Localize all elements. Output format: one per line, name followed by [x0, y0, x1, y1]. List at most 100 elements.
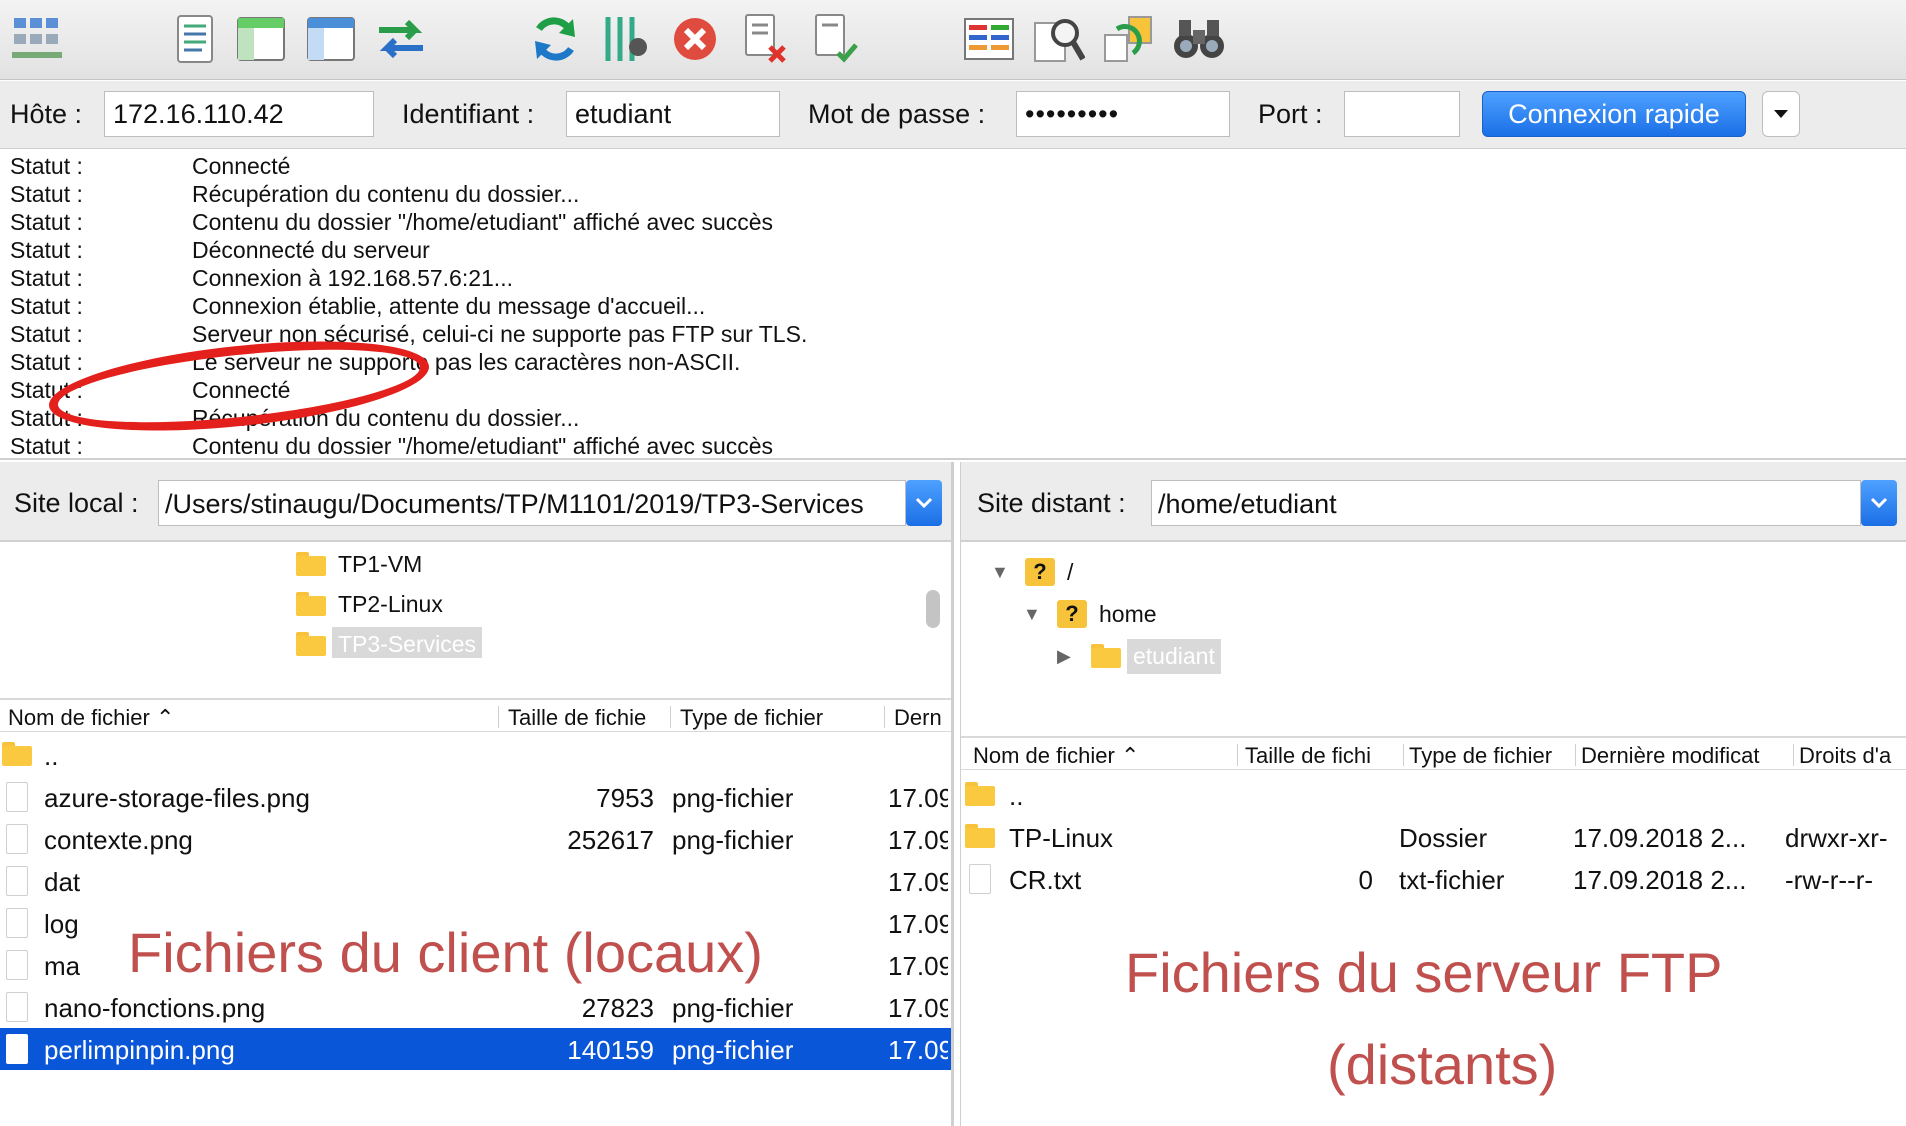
log-status-key: Statut : [10, 265, 83, 291]
log-row: Statut : Connecté [0, 152, 1906, 180]
file-name: .. [44, 741, 59, 771]
col-modified[interactable]: Dernière modificat [1581, 743, 1791, 769]
file-icon [6, 992, 28, 1022]
refresh-icon[interactable] [526, 10, 584, 68]
col-filename[interactable]: Nom de fichier ⌃ [8, 705, 494, 731]
log-status-key: Statut : [10, 153, 83, 179]
quickconnect-bar: Hôte : Identifiant : Mot de passe : Port… [0, 81, 1906, 149]
file-name: nano-fonctions.png [44, 993, 266, 1023]
tree-item-tp3-services[interactable]: TP3-Services [296, 626, 483, 658]
remote-tree-icon[interactable] [302, 10, 360, 68]
file-name: perlimpinpin.png [44, 1035, 235, 1065]
port-input[interactable] [1344, 91, 1460, 137]
site-manager-icon[interactable] [8, 10, 66, 68]
local-site-path[interactable]: /Users/stinaugu/Documents/TP/M1101/2019/… [158, 480, 906, 526]
local-tree-scrollbar[interactable] [926, 590, 940, 628]
file-row[interactable]: nano-fonctions.png 27823 png-fichier 17.… [0, 986, 951, 1028]
local-tree-icon[interactable] [232, 10, 290, 68]
file-row[interactable]: TP-Linux Dossier 17.09.2018 2... drwxr-x… [961, 816, 1906, 858]
host-label: Hôte : [10, 99, 83, 129]
col-modified[interactable]: Dern [894, 705, 950, 731]
local-site-dropdown[interactable] [906, 480, 942, 526]
remote-tree[interactable]: ▼ ? / ▼ ? home ▶ etudiant [961, 544, 1906, 694]
host-input[interactable] [104, 91, 374, 137]
tree-item-label: home [1099, 600, 1157, 627]
file-size: 0 [1358, 865, 1373, 895]
search-icon[interactable] [1170, 10, 1228, 68]
file-row[interactable]: CR.txt 0 txt-fichier 17.09.2018 2... -rw… [961, 858, 1906, 900]
user-input[interactable] [566, 91, 780, 137]
remote-list-header: Nom de fichier ⌃ Taille de fichi Type de… [961, 736, 1906, 770]
file-name: contexte.png [44, 825, 193, 855]
reconnect-icon[interactable] [806, 10, 864, 68]
local-site-label: Site local : [14, 488, 139, 518]
quickconnect-history-button[interactable] [1762, 91, 1800, 137]
file-date: 17.09.2018 2... [1573, 865, 1747, 895]
remote-site-path[interactable]: /home/etudiant [1151, 480, 1861, 526]
col-filetype[interactable]: Type de fichier [680, 705, 876, 731]
remote-pane: Site distant : /home/etudiant ▼ ? / ▼ ? … [960, 462, 1906, 1126]
file-type: txt-fichier [1399, 865, 1505, 895]
transfer-queue-icon[interactable] [372, 10, 430, 68]
col-filename[interactable]: Nom de fichier ⌃ [973, 743, 1193, 769]
log-status-key: Statut : [10, 293, 83, 319]
expand-arrow-icon: ▶ [1057, 645, 1071, 666]
col-filesize[interactable]: Taille de fichie [508, 705, 668, 731]
log-status-key: Statut : [10, 181, 83, 207]
col-separator [1793, 744, 1794, 766]
local-tree[interactable]: TP1-VM TP2-Linux TP3-Services ▶ ancien [0, 544, 951, 658]
tree-item-root[interactable]: ▼ ? / [991, 554, 1073, 590]
log-message: Contenu du dossier "/home/etudiant" affi… [192, 209, 774, 235]
log-status-key: Statut : [10, 349, 83, 375]
file-type: png-fichier [672, 1035, 794, 1065]
port-label: Port : [1258, 99, 1323, 129]
file-icon [6, 908, 28, 938]
col-separator [670, 706, 671, 728]
message-log-icon[interactable] [166, 10, 224, 68]
col-separator [1575, 744, 1576, 766]
file-row-selected[interactable]: perlimpinpin.png 140159 png-fichier 17.0… [0, 1028, 951, 1070]
local-pane: Site local : /Users/stinaugu/Documents/T… [0, 462, 954, 1126]
log-message: Connexion à 192.168.57.6:21... [192, 265, 513, 291]
file-date: 17.09.2018 2... [1573, 823, 1747, 853]
password-input[interactable] [1016, 91, 1230, 137]
tree-item-label: TP2-Linux [338, 590, 443, 617]
tree-item-tp1-vm[interactable]: TP1-VM [296, 546, 422, 582]
file-row-parent[interactable]: .. [0, 734, 951, 776]
toolbar [0, 0, 1906, 80]
chevron-down-icon [915, 497, 933, 509]
col-filesize[interactable]: Taille de fichi [1245, 743, 1401, 769]
folder-icon [1091, 644, 1121, 668]
file-name: dat [44, 867, 81, 897]
file-name: log [44, 909, 79, 939]
col-permissions[interactable]: Droits d'a [1799, 743, 1906, 769]
file-row[interactable]: contexte.png 252617 png-fichier 17.09 [0, 818, 951, 860]
tree-item-label: TP1-VM [338, 550, 423, 577]
compare-icon[interactable] [960, 10, 1018, 68]
quickconnect-button[interactable]: Connexion rapide [1482, 91, 1746, 137]
tree-item-home[interactable]: ▼ ? home [1023, 596, 1157, 632]
file-row-parent[interactable]: .. [961, 774, 1906, 816]
remote-site-bar: Site distant : /home/etudiant [961, 462, 1906, 542]
tree-item-label: / [1067, 558, 1074, 585]
col-separator [1403, 744, 1404, 766]
col-filetype[interactable]: Type de fichier [1409, 743, 1573, 769]
file-row[interactable]: dat 17.09 [0, 860, 951, 902]
file-icon [6, 824, 28, 854]
find-icon[interactable] [1030, 10, 1088, 68]
unknown-folder-icon: ? [1057, 600, 1087, 628]
tree-item-tp2-linux[interactable]: TP2-Linux [296, 586, 443, 622]
file-name: ma [44, 951, 81, 981]
folder-icon [296, 632, 326, 656]
remote-site-dropdown[interactable] [1861, 480, 1897, 526]
disconnect-icon[interactable] [736, 10, 794, 68]
file-date: 17.09 [888, 825, 948, 855]
tree-item-etudiant[interactable]: ▶ etudiant [1057, 638, 1221, 674]
cancel-icon[interactable] [666, 10, 724, 68]
log-status-key: Statut : [10, 237, 83, 263]
log-row: Statut : Connexion à 192.168.57.6:21... [0, 264, 1906, 292]
file-row[interactable]: azure-storage-files.png 7953 png-fichier… [0, 776, 951, 818]
file-perms: drwxr-xr- [1785, 823, 1888, 853]
sync-browse-icon[interactable] [1100, 10, 1158, 68]
filter-icon[interactable] [596, 10, 654, 68]
